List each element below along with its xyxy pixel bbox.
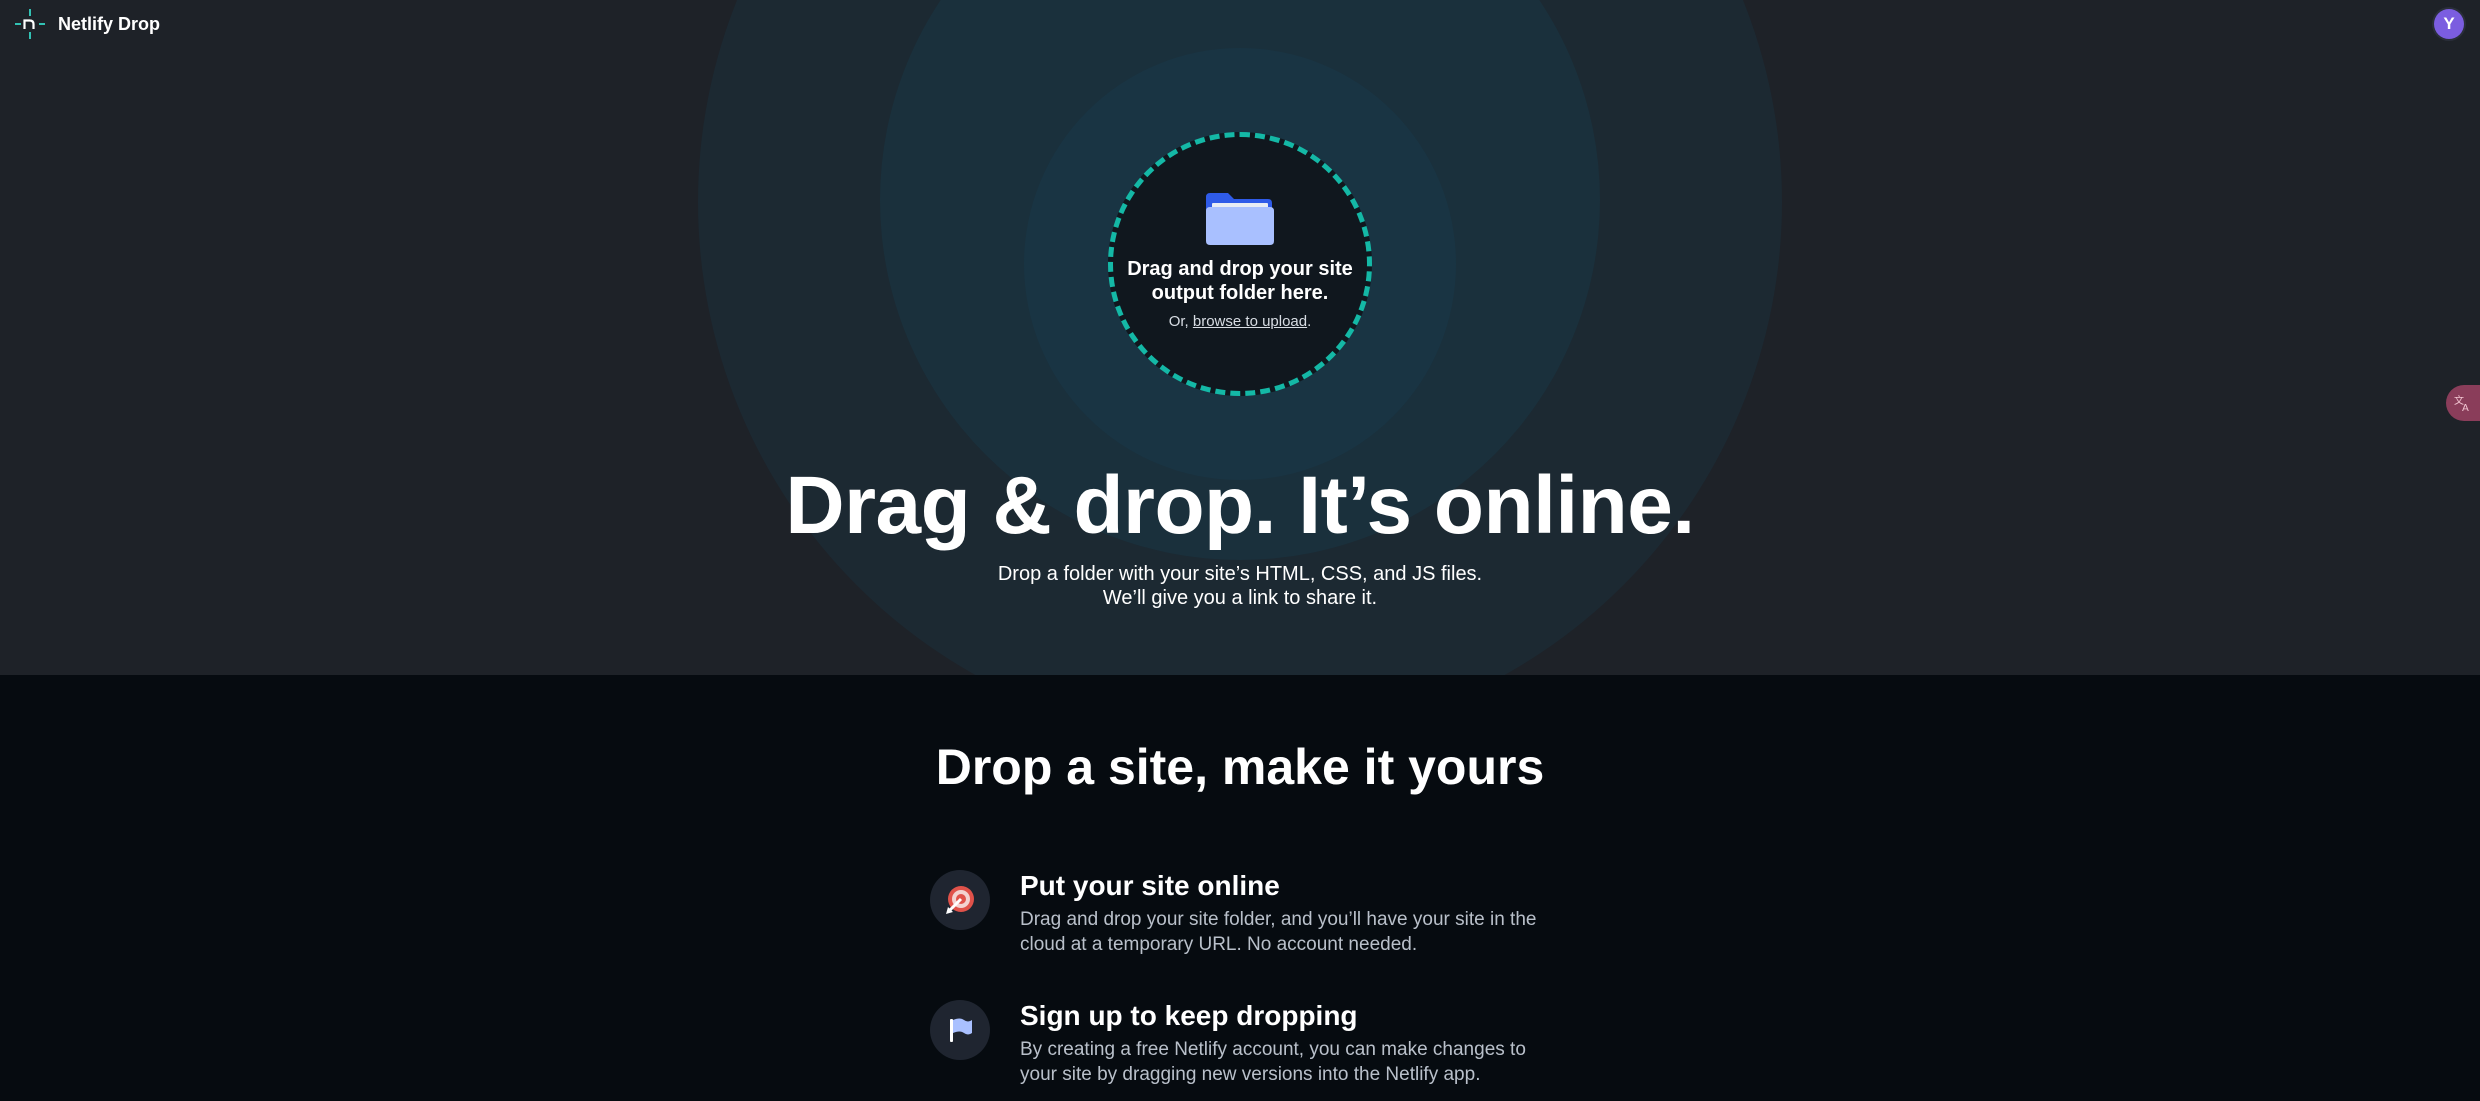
drop-zone-prefix: Or, [1168,313,1193,330]
feature-icon-container [930,870,990,930]
feature-item-put-online: Put your site online Drag and drop your … [930,869,1570,957]
feature-text: Put your site online Drag and drop your … [1020,869,1560,957]
top-bar: Netlify Drop Y [0,0,2480,48]
folder-icon [1206,193,1274,245]
brand-name: Netlify Drop [58,13,161,34]
brand-link[interactable]: Netlify Drop [14,8,160,40]
drop-zone-suffix: . [1307,313,1312,330]
features-title: Drop a site, make it yours [935,739,1545,795]
feature-title: Put your site online [1020,870,1280,901]
feature-title: Sign up to keep dropping [1020,1000,1358,1031]
netlify-logo-icon [15,9,45,39]
translate-extension-button[interactable]: 文 A [2446,385,2480,421]
drop-zone[interactable]: Drag and drop your site output folder he… [1108,132,1372,396]
drop-zone-title: Drag and drop your site output folder he… [1127,258,1353,304]
feature-text: Sign up to keep dropping By creating a f… [1020,999,1560,1087]
drop-zone-subtitle: Or, browse to upload. [1169,313,1312,330]
feature-description: By creating a free Netlify account, you … [1020,1039,1526,1085]
hero-subtitle-line1: Drop a folder with your site’s HTML, CSS… [997,563,1483,585]
hero-subtitle-line2: We’ll give you a link to share it. [1102,587,1378,609]
svg-text:A: A [2462,403,2469,413]
translate-icon: 文 A [2454,394,2469,413]
user-avatar[interactable]: Y [2434,9,2464,39]
feature-description: Drag and drop your site folder, and you’… [1020,909,1537,955]
target-arrow-icon [946,886,974,914]
hero-section: Netlify Drop Y Drag and drop your site o… [0,0,2480,675]
features-section: Drop a site, make it yours Put your site… [0,675,2480,1101]
hero-headline: Drag & drop. It’s online. [785,460,1695,551]
feature-item-sign-up: Sign up to keep dropping By creating a f… [930,999,1570,1087]
browse-to-upload-link[interactable]: browse to upload [1193,313,1307,330]
feature-icon-container [930,1000,990,1060]
flag-icon [950,1018,972,1042]
